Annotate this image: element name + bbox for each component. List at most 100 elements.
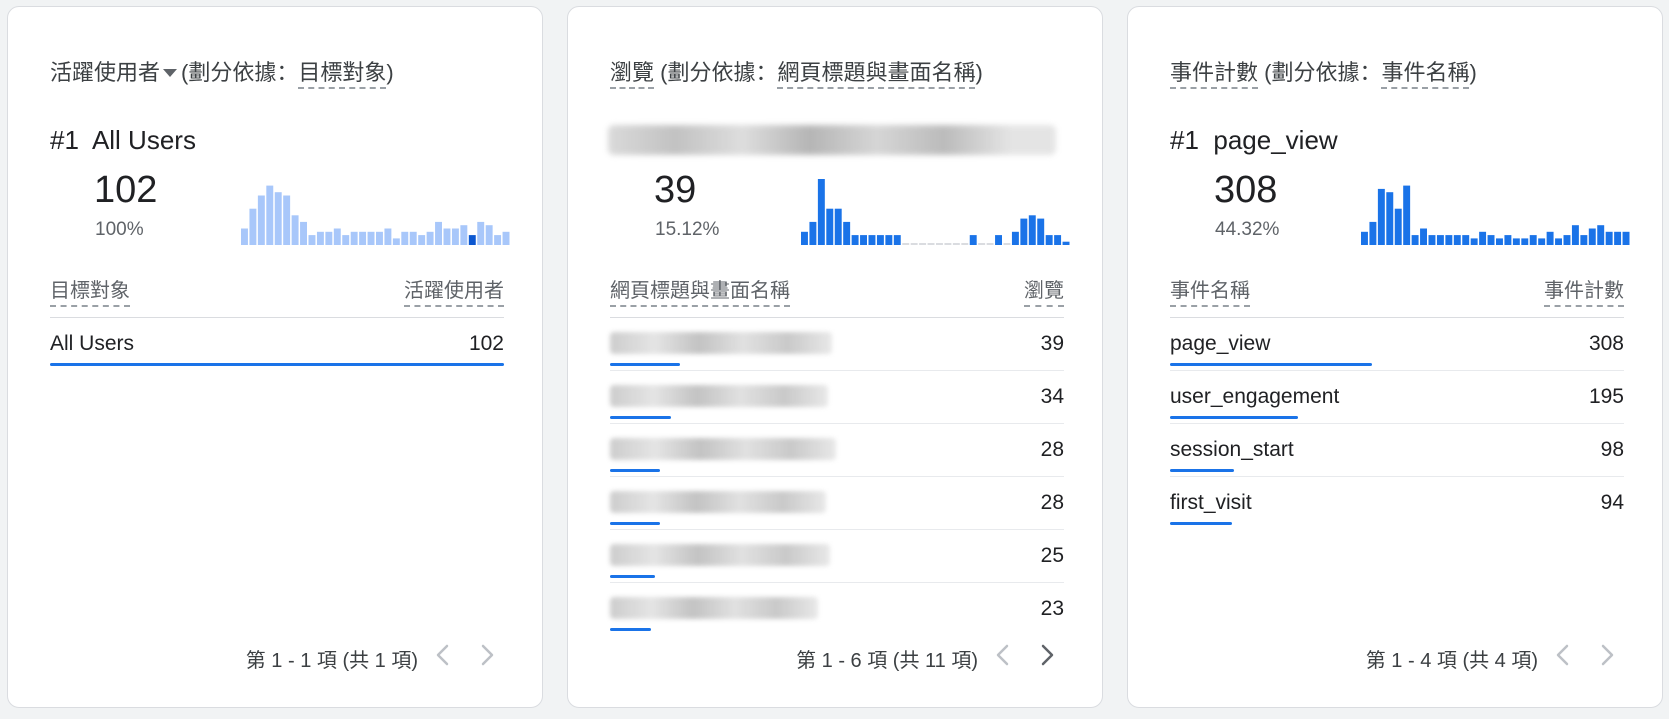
prev-page-chevron-icon[interactable] <box>1548 639 1580 671</box>
sparkline-bar <box>1062 241 1070 245</box>
column-header-dimension[interactable]: 目標對象 <box>50 274 130 307</box>
top-item-name: page_view <box>1213 125 1338 155</box>
row-label-redacted[interactable] <box>610 385 828 407</box>
table-row[interactable]: 28 <box>610 477 1064 530</box>
sparkline-bar <box>834 208 842 245</box>
row-value: 34 <box>1040 385 1064 408</box>
sparkline-bar <box>316 231 324 245</box>
pagination-text: 第 1 - 6 項 (共 11 項) <box>796 650 978 672</box>
table-row[interactable]: 23 <box>610 583 1064 635</box>
sparkline-bar <box>1453 235 1461 245</box>
sparkline-bar <box>1020 218 1028 245</box>
sparkline-bar <box>1538 238 1546 245</box>
sparkline-bar <box>1470 238 1478 245</box>
row-label-redacted[interactable] <box>610 544 830 566</box>
metric-selector[interactable]: 事件計數 <box>1170 60 1259 89</box>
sparkline-bar <box>1546 231 1554 245</box>
sparkline-bar <box>426 231 434 245</box>
dropdown-caret-icon[interactable] <box>163 68 178 77</box>
sparkline-bar <box>266 185 274 245</box>
table-row[interactable]: first_visit 94 <box>1170 477 1624 529</box>
sparkline-bar <box>902 243 910 245</box>
table-row[interactable]: 34 <box>610 371 1064 424</box>
next-page-chevron-icon[interactable] <box>1030 639 1062 671</box>
column-header-metric[interactable]: 活躍使用者 <box>404 274 504 307</box>
metric-name[interactable]: 活躍使用者 <box>50 60 160 85</box>
sparkline-bar <box>418 235 426 245</box>
card-title: 事件計數 (劃分依據：事件名稱) <box>1170 55 1477 89</box>
row-value: 195 <box>1588 385 1624 408</box>
sparkline-bar <box>1588 228 1596 245</box>
next-page-chevron-icon[interactable] <box>470 639 502 671</box>
row-label-redacted[interactable] <box>610 438 836 460</box>
card-title: 瀏覽 (劃分依據：網頁標題與畫面名稱) <box>610 55 983 89</box>
sparkline-bar <box>1529 235 1537 245</box>
row-label[interactable]: first_visit <box>1170 491 1252 515</box>
sparkline-bar <box>1597 225 1605 245</box>
dimension-selector[interactable]: 網頁標題與畫面名稱 <box>777 60 976 89</box>
row-label[interactable]: session_start <box>1170 438 1294 462</box>
top-item-title: #1 All Users <box>50 125 196 156</box>
sparkline-bar <box>936 243 943 245</box>
dimension-selector[interactable]: 事件名稱 <box>1381 60 1470 89</box>
table-row[interactable]: page_view 308 <box>1170 318 1624 371</box>
metric-selector[interactable]: 瀏覽 <box>610 60 655 89</box>
table-row[interactable]: session_start 98 <box>1170 424 1624 477</box>
table-row[interactable]: 25 <box>610 530 1064 583</box>
table-body: 39 34 28 28 25 23 <box>610 318 1064 635</box>
sparkline-bar <box>1369 221 1377 245</box>
column-header-dimension[interactable]: 事件名稱 <box>1170 274 1250 307</box>
sparkline-bar <box>910 243 918 245</box>
sparkline-bar <box>1563 235 1571 245</box>
sparkline-bar <box>893 235 901 245</box>
next-page-chevron-icon[interactable] <box>1590 639 1622 671</box>
sparkline-bar <box>274 192 282 245</box>
row-value: 98 <box>1600 438 1624 461</box>
sparkline-bar <box>1377 188 1385 245</box>
reports-row: 活躍使用者 (劃分依據：目標對象) #1 All Users 102 100% 目… <box>0 0 1669 719</box>
sparkline-bar <box>1054 235 1062 245</box>
pagination-text: 第 1 - 1 項 (共 1 項) <box>245 650 418 672</box>
active-users-card: 活躍使用者 (劃分依據：目標對象) #1 All Users 102 100% 目… <box>7 6 543 708</box>
sparkline-bar <box>376 231 383 245</box>
row-label-redacted[interactable] <box>610 597 818 619</box>
top-item-percent: 15.12% <box>655 219 720 240</box>
column-header-metric[interactable]: 事件計數 <box>1544 274 1624 307</box>
sparkline-bar <box>995 235 1002 245</box>
sparkline-bar <box>257 195 265 245</box>
dimension-selector[interactable]: 目標對象 <box>298 60 387 89</box>
sparkline-bar <box>978 243 986 245</box>
metric-selector[interactable]: 活躍使用者 <box>50 60 181 85</box>
row-proportion-bar <box>610 416 672 419</box>
row-label-redacted[interactable] <box>610 491 826 513</box>
table-row[interactable]: 28 <box>610 424 1064 477</box>
sparkline-bar <box>435 221 442 245</box>
row-proportion-bar <box>1170 363 1373 366</box>
sparkline-bar <box>1521 238 1529 245</box>
row-label[interactable]: All Users <box>50 332 134 356</box>
sparkline-bar <box>485 225 493 245</box>
event-count-card: 事件計數 (劃分依據：事件名稱) #1 page_view 308 44.32%… <box>1127 6 1663 708</box>
row-value: 28 <box>1040 491 1064 514</box>
sparkline-bar <box>952 243 960 245</box>
prev-page-chevron-icon[interactable] <box>988 639 1020 671</box>
prev-page-chevron-icon[interactable] <box>428 639 460 671</box>
sparkline-bar <box>1411 235 1419 245</box>
table-row[interactable]: 39 <box>610 318 1064 371</box>
title-suffix: ) <box>1469 60 1477 85</box>
row-label-redacted[interactable] <box>610 332 832 354</box>
sparkline-bar <box>1622 231 1630 245</box>
row-label[interactable]: user_engagement <box>1170 385 1339 409</box>
table-row[interactable]: All Users 102 <box>50 318 504 370</box>
sparkline-bar <box>241 228 248 245</box>
row-label[interactable]: page_view <box>1170 332 1270 356</box>
column-header-metric[interactable]: 瀏覽 <box>1024 274 1064 307</box>
column-header-dimension[interactable]: 網頁標題與畫面名稱 <box>610 274 790 307</box>
row-proportion-bar <box>1170 469 1235 472</box>
sparkline-bar <box>1003 243 1011 245</box>
sparkline-bar <box>986 243 994 245</box>
top-item-percent: 100% <box>95 219 144 240</box>
table-row[interactable]: user_engagement 195 <box>1170 371 1624 424</box>
sparkline-bar <box>961 243 969 245</box>
sparkline-chart <box>801 179 1070 245</box>
